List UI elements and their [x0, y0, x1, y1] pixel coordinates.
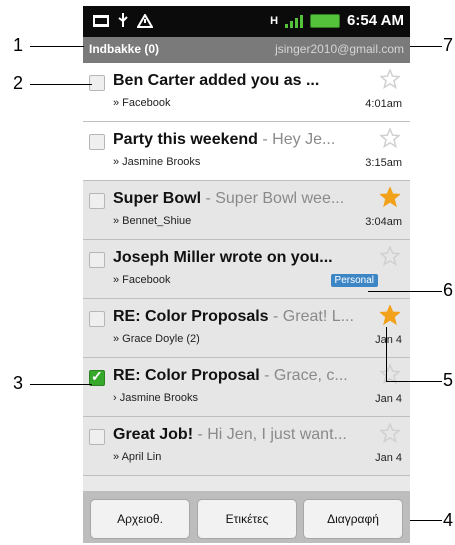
delete-button[interactable]: Διαγραφή — [303, 499, 403, 539]
message-snippet: - Great! L... — [268, 308, 354, 325]
callout-2: 2 — [13, 73, 24, 93]
callout-1: 1 — [13, 35, 24, 55]
message-snippet: - Hey Je... — [257, 131, 336, 148]
message-subject-line: Super Bowl - Super Bowl wee... — [113, 190, 373, 208]
network-type-indicator: H — [270, 14, 279, 27]
message-row[interactable]: Great Job! - Hi Jen, I just want... » Apr… — [83, 417, 410, 476]
message-subject: Super Bowl — [113, 190, 202, 207]
message-sender: » Jasmine Brooks — [113, 156, 201, 168]
message-snippet: - Grace, c... — [259, 367, 348, 384]
callout-5-line — [386, 381, 442, 382]
phone-screen: H 6:54 AM Indbakke (0) jsinger2010@gmail… — [83, 6, 410, 543]
message-list: Ben Carter added you as ... » Facebook 4:0… — [83, 63, 410, 476]
star-outline-icon[interactable] — [380, 423, 400, 443]
inbox-title: Indbakke (0) — [89, 42, 160, 56]
message-subject-line: Joseph Miller wrote on you... — [113, 249, 373, 267]
warning-icon — [137, 14, 153, 28]
battery-icon — [310, 13, 341, 28]
callout-7-line — [410, 46, 442, 47]
message-time: 3:15am — [365, 157, 402, 169]
message-time: Jan 4 — [375, 393, 402, 405]
star-filled-icon[interactable] — [380, 187, 400, 207]
message-subject: RE: Color Proposal — [113, 367, 260, 384]
message-row[interactable]: RE: Color Proposals - Great! L... » Grace… — [83, 299, 410, 358]
callout-4-line — [410, 520, 442, 521]
message-row[interactable]: RE: Color Proposal - Grace, c... › Jasmin… — [83, 358, 410, 417]
message-sender: » April Lin — [113, 451, 162, 463]
message-checkbox[interactable] — [89, 311, 105, 327]
message-row[interactable]: Joseph Miller wrote on you... » Facebook P… — [83, 240, 410, 299]
message-checkbox[interactable] — [89, 75, 105, 91]
message-subject-line: Great Job! - Hi Jen, I just want... — [113, 426, 373, 444]
message-sender: » Facebook — [113, 274, 171, 286]
message-sender: » Grace Doyle (2) — [113, 333, 200, 345]
star-outline-icon[interactable] — [380, 128, 400, 148]
callout-2-line — [30, 84, 92, 85]
message-checkbox[interactable] — [89, 252, 105, 268]
status-icons-right: H 6:54 AM — [270, 12, 404, 29]
message-row[interactable]: Ben Carter added you as ... » Facebook 4:0… — [83, 63, 410, 122]
message-checkbox[interactable] — [89, 193, 105, 209]
status-bar: H 6:54 AM — [83, 6, 410, 37]
action-bar: Αρχειοθ. Ετικέτες Διαγραφή — [83, 491, 410, 543]
message-subject-line: RE: Color Proposal - Grace, c... — [113, 367, 373, 385]
message-subject: Joseph Miller wrote on you... — [113, 249, 333, 266]
message-checkbox[interactable] — [89, 134, 105, 150]
message-subject-line: Ben Carter added you as ... — [113, 72, 373, 90]
mail-notification-icon — [93, 15, 109, 27]
callout-1-line — [30, 46, 84, 47]
message-snippet: - Super Bowl wee... — [201, 190, 345, 207]
message-time: 4:01am — [365, 98, 402, 110]
message-time: Jan 4 — [375, 334, 402, 346]
message-subject: Party this weekend — [113, 131, 258, 148]
message-sender: » Bennet_Shiue — [113, 215, 192, 227]
star-filled-icon[interactable] — [380, 305, 400, 325]
message-time: 3:04am — [365, 216, 402, 228]
inbox-header: Indbakke (0) jsinger2010@gmail.com — [83, 37, 410, 63]
message-subject-line: Party this weekend - Hey Je... — [113, 131, 373, 149]
callout-4: 4 — [443, 510, 454, 530]
signal-icon — [285, 14, 304, 28]
callout-6-line — [368, 291, 442, 292]
message-label: Personal — [330, 274, 378, 287]
usb-icon — [118, 13, 128, 27]
callout-6: 6 — [443, 280, 454, 300]
message-subject-line: RE: Color Proposals - Great! L... — [113, 308, 373, 326]
clock: 6:54 AM — [347, 12, 404, 29]
callout-7: 7 — [443, 35, 454, 55]
message-subject: RE: Color Proposals — [113, 308, 269, 325]
message-sender: › Jasmine Brooks — [113, 392, 198, 404]
message-subject: Ben Carter added you as ... — [113, 72, 320, 89]
message-sender: » Facebook — [113, 97, 171, 109]
status-icons-left — [93, 13, 153, 29]
message-subject: Great Job! — [113, 426, 194, 443]
account-email: jsinger2010@gmail.com — [275, 42, 404, 56]
callout-3-line — [30, 384, 92, 385]
labels-button[interactable]: Ετικέτες — [197, 499, 297, 539]
callout-5-vline — [386, 327, 387, 382]
star-outline-icon[interactable] — [380, 246, 400, 266]
message-time: Jan 4 — [375, 452, 402, 464]
message-row[interactable]: Party this weekend - Hey Je... » Jasmine … — [83, 122, 410, 181]
archive-button[interactable]: Αρχειοθ. — [90, 499, 190, 539]
star-outline-icon[interactable] — [380, 69, 400, 89]
message-row[interactable]: Super Bowl - Super Bowl wee... » Bennet_S… — [83, 181, 410, 240]
message-snippet: - Hi Jen, I just want... — [193, 426, 347, 443]
callout-5: 5 — [443, 370, 454, 390]
callout-3: 3 — [13, 373, 24, 393]
message-checkbox[interactable] — [89, 429, 105, 445]
